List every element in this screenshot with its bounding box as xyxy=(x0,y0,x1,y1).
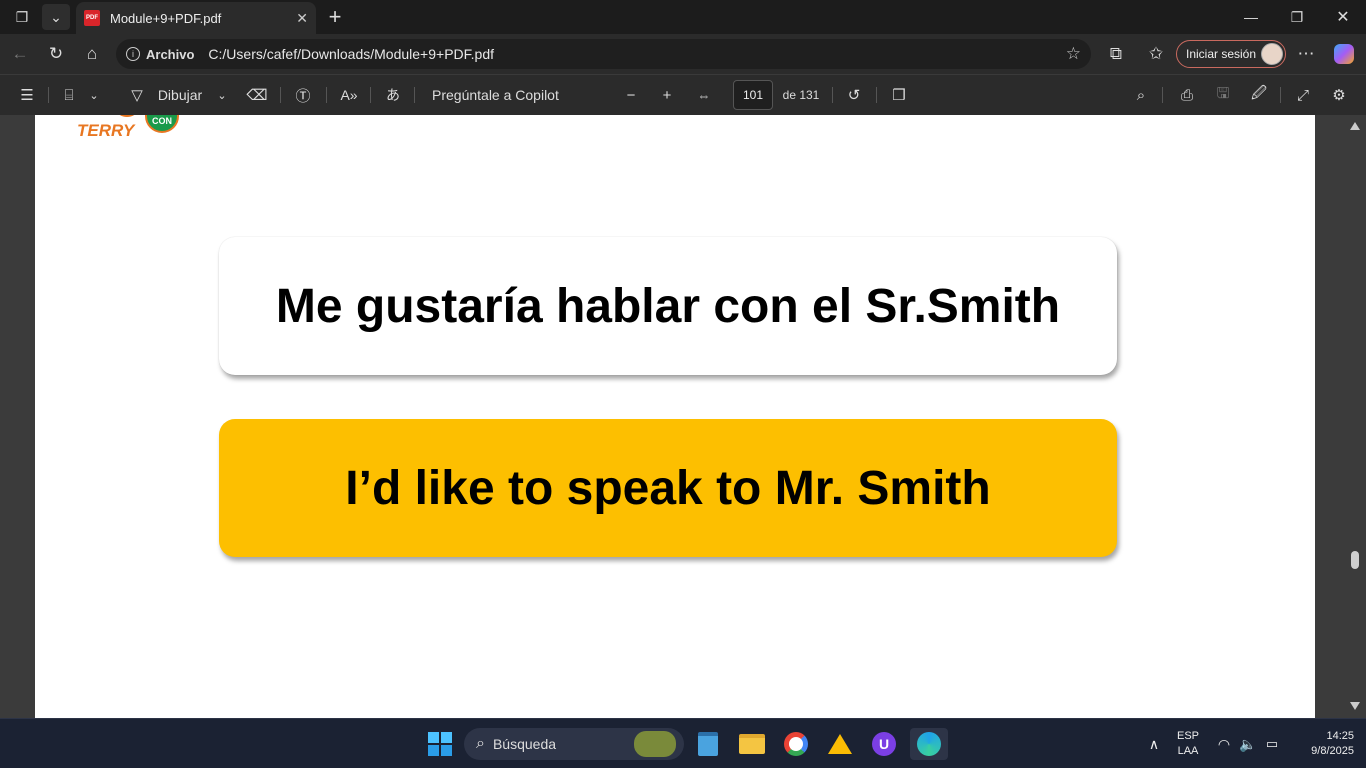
url-text[interactable]: C:/Users/cafef/Downloads/Module+9+PDF.pd… xyxy=(208,46,1065,62)
tab-pdf[interactable]: PDF Module+9+PDF.pdf ✕ xyxy=(76,2,316,34)
windows-start-icon[interactable] xyxy=(424,728,456,760)
file-explorer-icon[interactable] xyxy=(736,728,768,760)
close-window-button[interactable]: ✕ xyxy=(1320,0,1366,34)
scroll-down-arrow-icon[interactable] xyxy=(1350,702,1360,710)
tab-title: Module+9+PDF.pdf xyxy=(110,10,222,26)
draw-dropdown-chevron-icon[interactable]: ⌄ xyxy=(214,83,230,107)
print-icon[interactable]: ⎙ xyxy=(1176,83,1198,107)
highlight-dropdown-chevron-icon[interactable]: ⌄ xyxy=(86,83,102,107)
favorites-icon[interactable]: ✩ xyxy=(1142,40,1170,68)
show-hidden-icons-chevron-icon[interactable]: ∧ xyxy=(1138,728,1170,760)
draw-icon[interactable]: ▽ xyxy=(126,83,148,107)
pdf-viewer[interactable]: CON TERRY Me gustaría hablar con el Sr.S… xyxy=(0,115,1366,718)
text-box-icon[interactable]: Ⓣ xyxy=(292,83,314,107)
address-bar-row: ← ↻ ⌂ i Archivo C:/Users/cafef/Downloads… xyxy=(0,34,1366,74)
google-chrome-icon[interactable] xyxy=(780,728,812,760)
save-icon[interactable]: 🖫 xyxy=(1212,83,1234,107)
favorite-star-icon[interactable]: ☆ xyxy=(1066,44,1081,64)
back-arrow-icon[interactable]: ← xyxy=(6,40,34,68)
notepad-app-icon[interactable] xyxy=(692,728,724,760)
edge-browser-icon[interactable] xyxy=(910,728,948,760)
pdf-page: CON TERRY Me gustaría hablar con el Sr.S… xyxy=(35,115,1315,718)
contents-list-icon[interactable]: ☰ xyxy=(16,83,38,107)
rotate-icon[interactable]: ↺ xyxy=(842,83,866,107)
zoom-in-icon[interactable]: + xyxy=(656,83,678,107)
eraser-icon[interactable]: ⌫ xyxy=(246,83,268,107)
english-phrase-card: I’d like to speak to Mr. Smith xyxy=(219,419,1117,557)
clock[interactable]: 14:25 9/8/2025 xyxy=(1290,729,1354,759)
language-indicator[interactable]: ESP LAA xyxy=(1172,729,1204,759)
close-tab-icon[interactable]: ✕ xyxy=(296,10,308,27)
read-aloud-icon[interactable]: A» xyxy=(338,83,360,107)
terry-logo: CON TERRY xyxy=(77,115,187,140)
settings-gear-icon[interactable]: ⚙ xyxy=(1328,83,1350,107)
language-top: ESP xyxy=(1176,730,1199,742)
signin-label: Iniciar sesión xyxy=(1186,47,1257,61)
taskbar-search-box[interactable]: ⌕ Búsqueda xyxy=(464,728,684,760)
zoom-out-icon[interactable]: − xyxy=(620,83,642,107)
purple-app-icon[interactable]: U xyxy=(868,728,900,760)
spanish-phrase: Me gustaría hablar con el Sr.Smith xyxy=(275,279,1061,333)
refresh-icon[interactable]: ↻ xyxy=(42,40,70,68)
volume-icon[interactable]: 🔈 xyxy=(1236,728,1260,760)
clock-time: 14:25 xyxy=(1326,730,1354,742)
signin-button[interactable]: Iniciar sesión xyxy=(1176,40,1286,68)
search-highlight-image xyxy=(634,731,676,757)
pdf-file-icon: PDF xyxy=(84,10,100,26)
new-tab-button[interactable]: + xyxy=(322,4,348,30)
info-icon[interactable]: i xyxy=(126,47,140,61)
language-bottom: LAA xyxy=(1177,745,1199,757)
clock-date: 9/8/2025 xyxy=(1311,745,1354,757)
vertical-scrollbar[interactable] xyxy=(1345,115,1366,718)
english-phrase: I’d like to speak to Mr. Smith xyxy=(345,461,991,515)
highlight-icon[interactable]: ⌸ xyxy=(58,83,80,107)
wifi-icon[interactable]: ◠ xyxy=(1212,728,1236,760)
scroll-up-arrow-icon[interactable] xyxy=(1350,122,1360,130)
title-bar: ❐ ⌄ PDF Module+9+PDF.pdf ✕ + — ❐ ✕ xyxy=(0,0,1366,34)
find-search-icon[interactable]: ⌕ xyxy=(1130,83,1152,107)
workspaces-icon[interactable]: ❐ xyxy=(8,4,36,30)
extensions-icon[interactable]: ⧉ xyxy=(1102,40,1130,68)
address-scheme-label: Archivo xyxy=(146,46,195,62)
page-total-label: de 131 xyxy=(782,88,820,102)
spanish-phrase-card: Me gustaría hablar con el Sr.Smith xyxy=(219,237,1117,375)
google-drive-icon[interactable] xyxy=(824,728,856,760)
address-bar[interactable]: i Archivo C:/Users/cafef/Downloads/Modul… xyxy=(116,39,1091,69)
ask-copilot-button[interactable]: Pregúntale a Copilot xyxy=(426,83,566,107)
taskbar: ⌕ Búsqueda U ∧ ESP LAA ◠ 🔈 ▭ 14:25 9/8/2… xyxy=(0,718,1366,768)
logo-circle-left xyxy=(113,115,141,117)
search-icon: ⌕ xyxy=(476,735,485,752)
tab-actions-chevron-icon[interactable]: ⌄ xyxy=(42,4,70,30)
scrollbar-thumb[interactable] xyxy=(1351,551,1359,569)
home-icon[interactable]: ⌂ xyxy=(78,40,106,68)
copilot-icon[interactable] xyxy=(1330,40,1358,68)
save-as-icon[interactable]: 🖉 xyxy=(1248,83,1270,107)
fit-to-width-icon[interactable]: ⇔ xyxy=(692,83,716,107)
more-options-icon[interactable]: ⋯ xyxy=(1292,40,1320,68)
pdf-toolbar: ☰ ⌸ ⌄ ▽ Dibujar ⌄ ⌫ Ⓣ A» あ Pregúntale a … xyxy=(0,74,1366,115)
logo-badge: CON xyxy=(145,115,179,133)
battery-icon[interactable]: ▭ xyxy=(1260,728,1284,760)
logo-text: TERRY xyxy=(77,121,135,140)
draw-button-label[interactable]: Dibujar xyxy=(152,83,208,107)
search-placeholder: Búsqueda xyxy=(492,736,557,752)
translate-icon[interactable]: あ xyxy=(382,83,404,107)
restore-button[interactable]: ❐ xyxy=(1274,0,1320,34)
page-number-input[interactable]: 101 xyxy=(733,80,773,110)
minimize-button[interactable]: — xyxy=(1228,0,1274,34)
avatar xyxy=(1261,43,1283,65)
fullscreen-icon[interactable]: ⤢ xyxy=(1292,83,1314,107)
page-view-icon[interactable]: ❒ xyxy=(888,83,910,107)
